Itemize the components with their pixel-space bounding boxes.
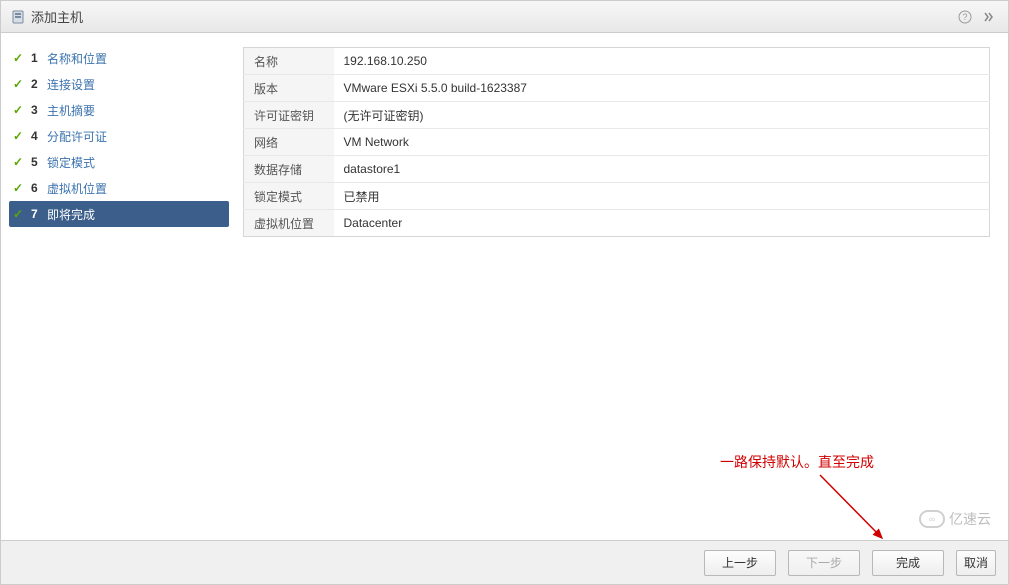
cell-value: 已禁用 xyxy=(334,183,990,210)
step-label: 即将完成 xyxy=(47,206,95,223)
step-number: 3 xyxy=(31,103,45,117)
finish-button[interactable]: 完成 xyxy=(872,550,944,576)
check-icon: ✓ xyxy=(13,155,27,169)
step-label: 主机摘要 xyxy=(47,102,95,119)
step-connection-settings[interactable]: ✓ 2 连接设置 xyxy=(9,71,229,97)
row-network: 网络 VM Network xyxy=(244,129,990,156)
check-icon: ✓ xyxy=(13,181,27,195)
body-area: ✓ 1 名称和位置 ✓ 2 连接设置 ✓ 3 主机摘要 ✓ 4 分配许可证 ✓ xyxy=(1,33,1008,540)
footer: 上一步 下一步 完成 取消 xyxy=(1,540,1008,584)
expand-icon[interactable] xyxy=(980,8,998,26)
step-vm-location[interactable]: ✓ 6 虚拟机位置 xyxy=(9,175,229,201)
back-button[interactable]: 上一步 xyxy=(704,550,776,576)
step-assign-license[interactable]: ✓ 4 分配许可证 xyxy=(9,123,229,149)
step-number: 2 xyxy=(31,77,45,91)
check-icon: ✓ xyxy=(13,207,27,221)
check-icon: ✓ xyxy=(13,77,27,91)
row-lockdown: 锁定模式 已禁用 xyxy=(244,183,990,210)
cell-value: VMware ESXi 5.5.0 build-1623387 xyxy=(334,75,990,102)
step-label: 虚拟机位置 xyxy=(47,180,107,197)
row-datastore: 数据存储 datastore1 xyxy=(244,156,990,183)
next-button: 下一步 xyxy=(788,550,860,576)
cell-value: VM Network xyxy=(334,129,990,156)
help-icon[interactable]: ? xyxy=(956,8,974,26)
row-version: 版本 VMware ESXi 5.5.0 build-1623387 xyxy=(244,75,990,102)
step-label: 连接设置 xyxy=(47,76,95,93)
svg-text:?: ? xyxy=(962,12,967,22)
cell-key: 数据存储 xyxy=(244,156,334,183)
titlebar: 添加主机 ? xyxy=(1,1,1008,33)
row-vm-location: 虚拟机位置 Datacenter xyxy=(244,210,990,237)
step-host-summary[interactable]: ✓ 3 主机摘要 xyxy=(9,97,229,123)
row-name: 名称 192.168.10.250 xyxy=(244,48,990,75)
cell-value: (无许可证密钥) xyxy=(334,102,990,129)
row-license: 许可证密钥 (无许可证密钥) xyxy=(244,102,990,129)
summary-table: 名称 192.168.10.250 版本 VMware ESXi 5.5.0 b… xyxy=(243,47,990,237)
dialog-title: 添加主机 xyxy=(31,7,950,26)
step-label: 名称和位置 xyxy=(47,50,107,67)
wizard-steps: ✓ 1 名称和位置 ✓ 2 连接设置 ✓ 3 主机摘要 ✓ 4 分配许可证 ✓ xyxy=(1,33,237,540)
step-label: 分配许可证 xyxy=(47,128,107,145)
cell-value: 192.168.10.250 xyxy=(334,48,990,75)
content-panel: 名称 192.168.10.250 版本 VMware ESXi 5.5.0 b… xyxy=(237,33,1008,540)
step-ready-to-complete[interactable]: ✓ 7 即将完成 xyxy=(9,201,229,227)
check-icon: ✓ xyxy=(13,129,27,143)
step-name-location[interactable]: ✓ 1 名称和位置 xyxy=(9,45,229,71)
step-number: 6 xyxy=(31,181,45,195)
cell-key: 许可证密钥 xyxy=(244,102,334,129)
host-icon xyxy=(11,10,25,24)
cell-key: 虚拟机位置 xyxy=(244,210,334,237)
cancel-button[interactable]: 取消 xyxy=(956,550,996,576)
step-number: 7 xyxy=(31,207,45,221)
check-icon: ✓ xyxy=(13,51,27,65)
step-number: 1 xyxy=(31,51,45,65)
add-host-dialog: 添加主机 ? ✓ 1 名称和位置 ✓ 2 连接设置 ✓ 3 主机摘要 xyxy=(0,0,1009,585)
cell-key: 名称 xyxy=(244,48,334,75)
step-lockdown-mode[interactable]: ✓ 5 锁定模式 xyxy=(9,149,229,175)
cell-key: 锁定模式 xyxy=(244,183,334,210)
cell-key: 版本 xyxy=(244,75,334,102)
check-icon: ✓ xyxy=(13,103,27,117)
cell-value: datastore1 xyxy=(334,156,990,183)
step-label: 锁定模式 xyxy=(47,154,95,171)
cell-value: Datacenter xyxy=(334,210,990,237)
cell-key: 网络 xyxy=(244,129,334,156)
step-number: 5 xyxy=(31,155,45,169)
step-number: 4 xyxy=(31,129,45,143)
